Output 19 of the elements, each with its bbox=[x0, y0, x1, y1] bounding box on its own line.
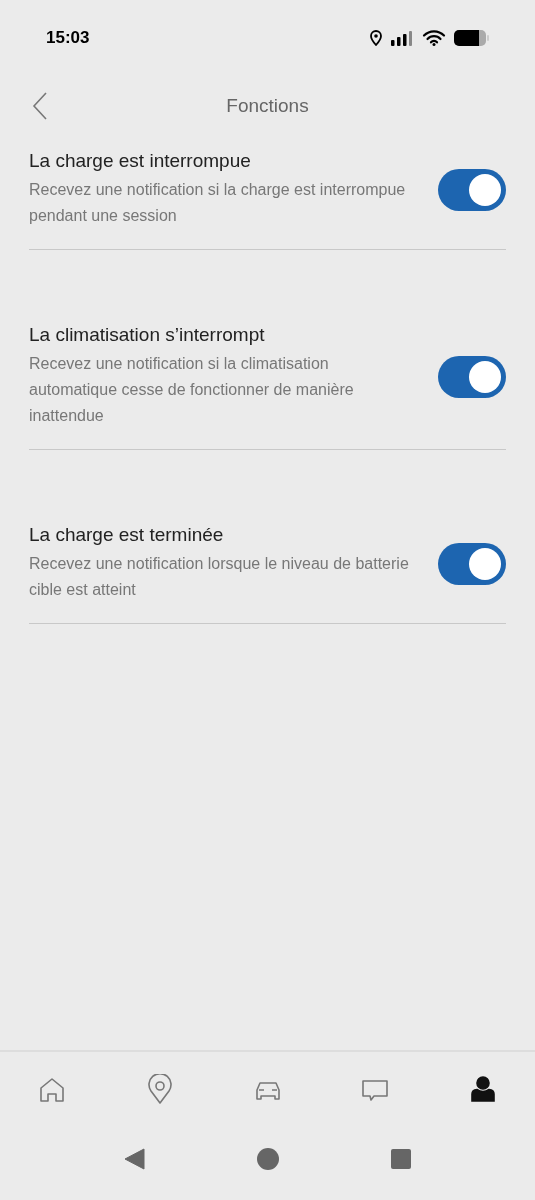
signal-icon bbox=[390, 30, 414, 46]
setting-title: La climatisation s’interrompt bbox=[29, 324, 266, 346]
back-button[interactable] bbox=[32, 92, 48, 120]
setting-title: La charge est interrompue bbox=[29, 150, 252, 172]
page-title: Fonctions bbox=[226, 95, 309, 117]
wifi-icon bbox=[422, 30, 446, 46]
recents-nav-icon[interactable] bbox=[389, 1148, 412, 1170]
setting-description: Recevez une notification lorsque le niveau de batterie cible est atteint bbox=[29, 554, 410, 600]
setting-description: Recevez une notification si la climatisation automatique cesse de fonctionner de manière inattendue bbox=[29, 354, 355, 426]
toggle-switch[interactable] bbox=[438, 355, 506, 398]
battery-icon bbox=[454, 29, 490, 47]
status-time: 15:03 bbox=[46, 28, 90, 48]
back-nav-icon[interactable] bbox=[123, 1147, 146, 1171]
toggle-switch[interactable] bbox=[438, 168, 506, 211]
setting-title: La charge est terminée bbox=[29, 524, 225, 546]
location-icon bbox=[370, 30, 382, 46]
toggle-switch[interactable] bbox=[438, 542, 506, 585]
home-nav-icon[interactable] bbox=[255, 1147, 280, 1171]
setting-description: Recevez une notification si la charge est interrompue pendant une session bbox=[29, 180, 407, 226]
